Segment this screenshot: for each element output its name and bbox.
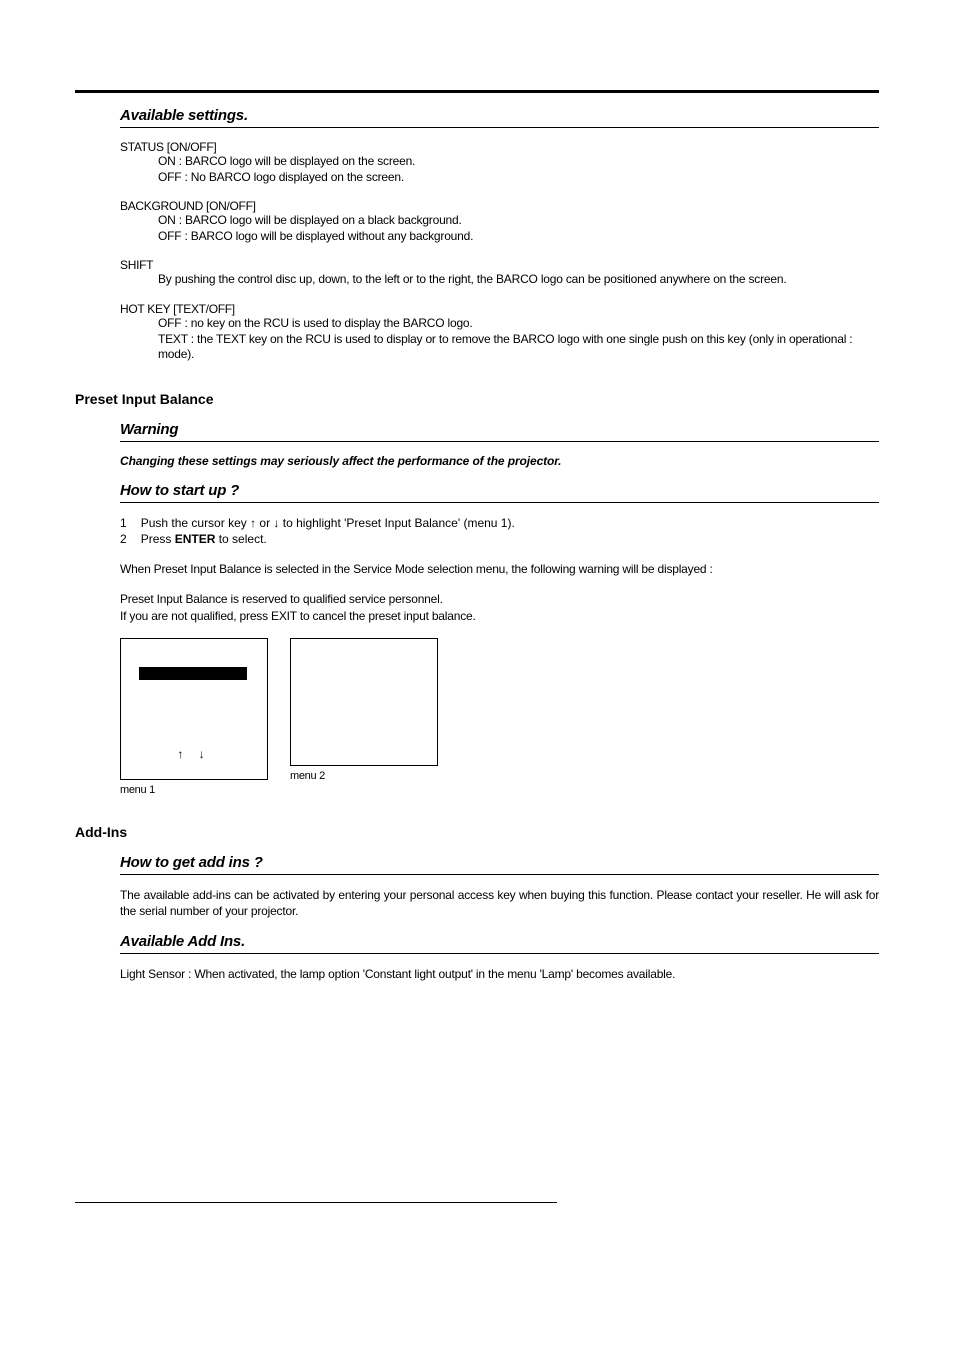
section-title-available-settings: Available settings. [120,107,879,128]
hotkey-label: HOT KEY [TEXT/OFF] [120,302,879,316]
setting-hotkey: HOT KEY [TEXT/OFF] OFF : no key on the R… [120,302,879,363]
hotkey-text: TEXT : the TEXT key on the RCU is used t… [158,332,879,363]
status-off: OFF : No BARCO logo displayed on the scr… [158,170,879,186]
menu-1-col: ↑ ↓ menu 1 [120,638,268,796]
section-title-howto-start: How to start up ? [120,482,879,503]
shift-label: SHIFT [120,258,879,272]
enter-key-label: ENTER [175,532,216,546]
menu-2-box [290,638,438,766]
section-title-warning: Warning [120,421,879,442]
addins-howto-text: The available add-ins can be activated b… [120,887,879,919]
warning-text: Changing these settings may seriously af… [120,454,879,468]
setting-background: BACKGROUND [ON/OFF] ON : BARCO logo will… [120,199,879,244]
menu-2-col: menu 2 [290,638,438,782]
menu-1-box: ↑ ↓ [120,638,268,780]
menu-1-caption: menu 1 [120,784,268,796]
heading-add-ins: Add-Ins [75,824,879,840]
shift-desc: By pushing the control disc up, down, to… [158,272,879,288]
section-title-available-addins: Available Add Ins. [120,933,879,954]
status-label: STATUS [ON/OFF] [120,140,879,154]
step-number: 2 [120,531,127,547]
menu-figures: ↑ ↓ menu 1 menu 2 [120,638,879,796]
top-rule [75,90,879,93]
step-1: 1 Push the cursor key ↑ or ↓ to highligh… [120,515,879,531]
addins-available-text: Light Sensor : When activated, the lamp … [120,966,879,982]
preset-paragraph-1: When Preset Input Balance is selected in… [120,561,879,577]
background-label: BACKGROUND [ON/OFF] [120,199,879,213]
background-off: OFF : BARCO logo will be displayed witho… [158,229,879,245]
menu-1-selection-bar [139,667,247,680]
preset-paragraph-2: Preset Input Balance is reserved to qual… [120,591,879,623]
step-2: 2 Press ENTER to select. [120,531,879,547]
section-title-howto-addins: How to get add ins ? [120,854,879,875]
howto-steps: 1 Push the cursor key ↑ or ↓ to highligh… [120,515,879,547]
status-on: ON : BARCO logo will be displayed on the… [158,154,879,170]
heading-preset-input-balance: Preset Input Balance [75,391,879,407]
hotkey-off: OFF : no key on the RCU is used to displ… [158,316,879,332]
footer-rule [75,1202,557,1203]
step-number: 1 [120,515,127,531]
step-text: Push the cursor key ↑ or ↓ to highlight … [141,515,515,531]
menu-1-arrows: ↑ ↓ [121,747,267,761]
setting-status: STATUS [ON/OFF] ON : BARCO logo will be … [120,140,879,185]
step-text: Press ENTER to select. [141,531,267,547]
background-on: ON : BARCO logo will be displayed on a b… [158,213,879,229]
setting-shift: SHIFT By pushing the control disc up, do… [120,258,879,288]
menu-2-caption: menu 2 [290,770,438,782]
